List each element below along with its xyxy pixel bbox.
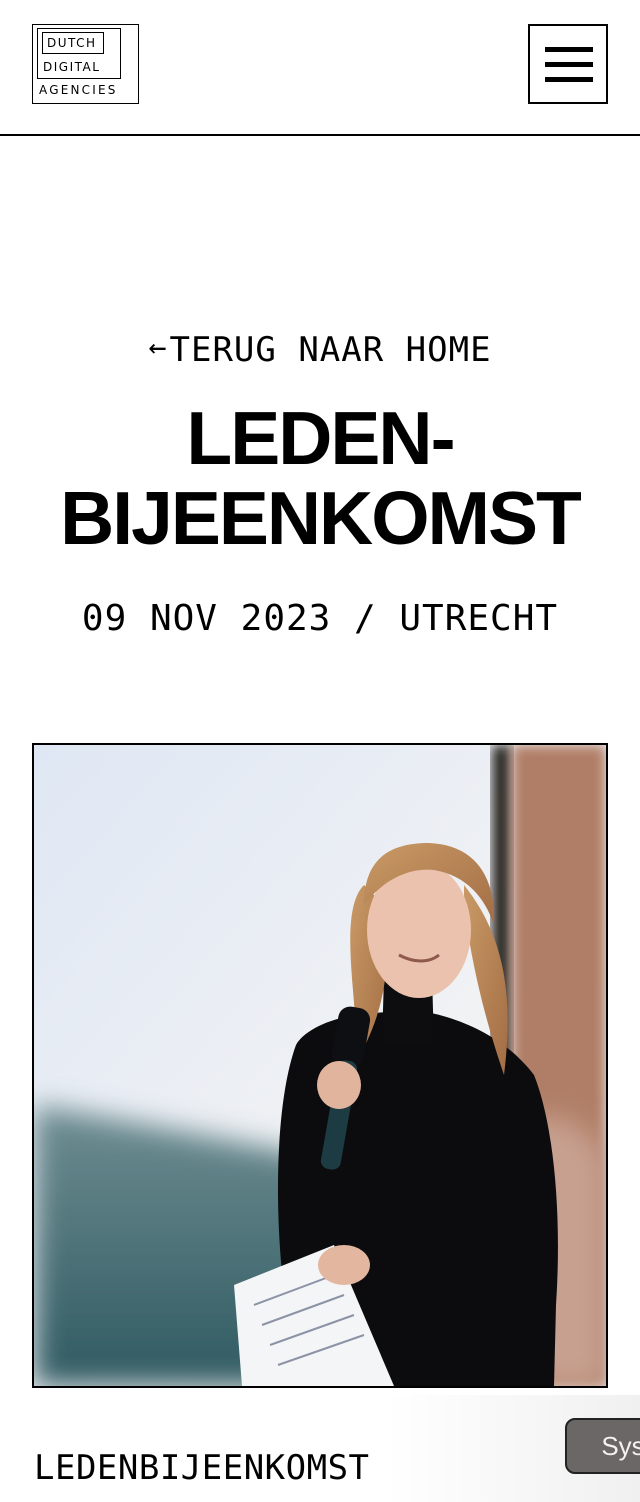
page-title-line1: LEDEN- (186, 396, 455, 480)
dutch-digital-agencies-logo[interactable]: DUTCH DIGITAL AGENCIES (32, 24, 139, 104)
site-header: DUTCH DIGITAL AGENCIES (0, 0, 640, 136)
hamburger-menu-icon-bar (545, 62, 593, 67)
event-photo (32, 743, 608, 1388)
logo-text-digital: DIGITAL (43, 60, 101, 74)
system-status-button[interactable]: Sys (565, 1418, 640, 1474)
hamburger-menu-icon-bar (545, 47, 593, 52)
arrow-left-icon: ← (148, 330, 168, 365)
back-to-home-link[interactable]: ←TERUG NAAR HOME (0, 326, 640, 372)
logo-text-dutch: DUTCH (47, 36, 97, 50)
section-heading: LEDENBIJEENKOMST (34, 1448, 370, 1488)
back-to-home-label: TERUG NAAR HOME (169, 330, 492, 370)
page-title: LEDEN- BIJEENKOMST (0, 398, 640, 558)
hamburger-menu-icon-bar (545, 77, 593, 82)
page-title-line2: BIJEENKOMST (60, 476, 582, 560)
event-photo-illustration (34, 745, 606, 1386)
hamburger-menu-button[interactable] (528, 24, 608, 104)
event-date-location: 09 NOV 2023 / UTRECHT (81, 598, 559, 639)
logo-text-agencies: AGENCIES (39, 83, 118, 97)
